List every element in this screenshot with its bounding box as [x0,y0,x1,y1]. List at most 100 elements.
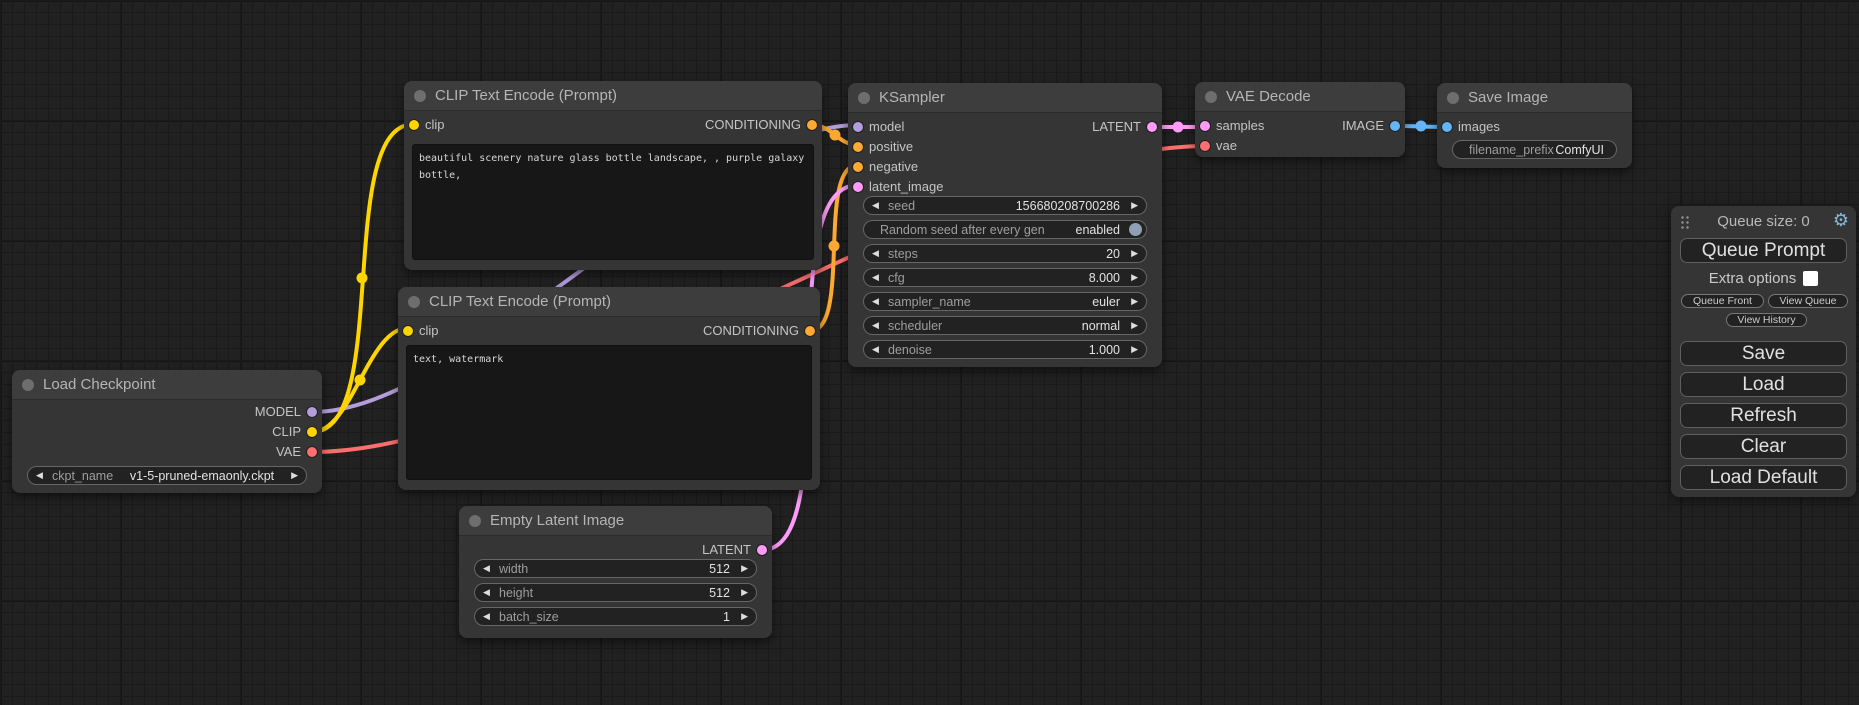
increment-arrow-icon[interactable]: ▶ [1131,200,1138,211]
queue-panel: Queue size: 0 ⚙ Queue Prompt Extra optio… [1671,206,1856,497]
node-vae-decode[interactable]: VAE Decode samples IMAGE vae [1195,82,1405,157]
increment-arrow-icon[interactable]: ▶ [741,563,748,574]
cfg-widget[interactable]: ◀ cfg 8.000 ▶ [863,268,1147,287]
load-default-button[interactable]: Load Default [1680,465,1847,490]
positive-input-port[interactable] [853,142,863,152]
collapse-dot[interactable] [858,92,870,104]
collapse-dot[interactable] [22,379,34,391]
node-clip-text-encode-negative[interactable]: CLIP Text Encode (Prompt) clip CONDITION… [398,287,820,490]
node-save-image[interactable]: Save Image images filename_prefix ComfyU… [1437,83,1632,168]
increment-arrow-icon[interactable]: ▶ [1131,344,1138,355]
model-output-port[interactable] [307,407,317,417]
node-title: Load Checkpoint [43,376,156,393]
decrement-arrow-icon[interactable]: ◀ [872,272,879,283]
input-slot-label: clip [425,117,445,132]
decrement-arrow-icon[interactable]: ◀ [872,344,879,355]
node-load-checkpoint[interactable]: Load Checkpoint MODEL CLIP VAE ◀ ckpt_na… [12,370,322,493]
node-title-bar[interactable]: Save Image [1437,83,1632,113]
input-slot-label: positive [869,139,913,154]
node-title-bar[interactable]: Load Checkpoint [12,370,322,400]
node-title: VAE Decode [1226,88,1311,105]
node-ksampler[interactable]: KSampler model LATENT positive negative … [848,83,1162,367]
decrement-arrow-icon[interactable]: ◀ [483,563,490,574]
view-queue-button[interactable]: View Queue [1768,294,1848,308]
node-title: CLIP Text Encode (Prompt) [435,87,617,104]
node-clip-text-encode-positive[interactable]: CLIP Text Encode (Prompt) clip CONDITION… [404,81,822,270]
link-midpoint-dot [830,130,841,141]
negative-input-port[interactable] [853,162,863,172]
clip-input-port[interactable] [403,326,413,336]
steps-widget[interactable]: ◀ steps 20 ▶ [863,244,1147,263]
conditioning-output-port[interactable] [805,326,815,336]
decrement-arrow-icon[interactable]: ◀ [36,470,43,481]
batch-size-widget[interactable]: ◀ batch_size 1 ▶ [474,607,757,626]
save-button[interactable]: Save [1680,341,1847,366]
image-output-port[interactable] [1390,121,1400,131]
node-title-bar[interactable]: Empty Latent Image [459,506,772,536]
collapse-dot[interactable] [469,515,481,527]
latent-image-input-port[interactable] [853,182,863,192]
collapse-dot[interactable] [1205,91,1217,103]
gear-icon[interactable]: ⚙ [1833,210,1849,231]
decrement-arrow-icon[interactable]: ◀ [872,296,879,307]
width-widget[interactable]: ◀ width 512 ▶ [474,559,757,578]
scheduler-widget[interactable]: ◀ scheduler normal ▶ [863,316,1147,335]
conditioning-output-port[interactable] [807,120,817,130]
load-button[interactable]: Load [1680,372,1847,397]
widget-label: cfg [888,271,905,285]
ckpt-name-widget[interactable]: ◀ ckpt_name v1-5-pruned-emaonly.ckpt ▶ [27,466,307,485]
clip-input-port[interactable] [409,120,419,130]
increment-arrow-icon[interactable]: ▶ [1131,296,1138,307]
node-title-bar[interactable]: CLIP Text Encode (Prompt) [398,287,820,317]
increment-arrow-icon[interactable]: ▶ [1131,272,1138,283]
decrement-arrow-icon[interactable]: ◀ [483,611,490,622]
model-input-port[interactable] [853,122,863,132]
extra-options-checkbox[interactable] [1803,271,1818,286]
samples-input-port[interactable] [1200,121,1210,131]
increment-arrow-icon[interactable]: ▶ [1131,320,1138,331]
view-history-button[interactable]: View History [1726,313,1807,327]
increment-arrow-icon[interactable]: ▶ [741,611,748,622]
slot-row: VAE [12,442,322,462]
node-empty-latent-image[interactable]: Empty Latent Image LATENT ◀ width 512 ▶ … [459,506,772,638]
widget-label: batch_size [499,610,559,624]
latent-output-port[interactable] [1147,122,1157,132]
widget-label: Random seed after every gen [880,223,1045,237]
link-midpoint-dot [1173,122,1184,133]
random-seed-toggle-widget[interactable]: Random seed after every gen enabled [863,220,1147,239]
denoise-widget[interactable]: ◀ denoise 1.000 ▶ [863,340,1147,359]
refresh-button[interactable]: Refresh [1680,403,1847,428]
vae-input-port[interactable] [1200,141,1210,151]
extra-options-row: Extra options [1671,270,1856,287]
decrement-arrow-icon[interactable]: ◀ [872,248,879,259]
increment-arrow-icon[interactable]: ▶ [741,587,748,598]
latent-output-port[interactable] [757,545,767,555]
slot-row: clip CONDITIONING [398,321,820,341]
increment-arrow-icon[interactable]: ▶ [291,470,298,481]
clear-button[interactable]: Clear [1680,434,1847,459]
queue-front-button[interactable]: Queue Front [1681,294,1764,308]
collapse-dot[interactable] [1447,92,1459,104]
widget-value: euler [1092,295,1120,309]
seed-widget[interactable]: ◀ seed 156680208700286 ▶ [863,196,1147,215]
sampler-name-widget[interactable]: ◀ sampler_name euler ▶ [863,292,1147,311]
node-title-bar[interactable]: KSampler [848,83,1162,113]
height-widget[interactable]: ◀ height 512 ▶ [474,583,757,602]
queue-prompt-button[interactable]: Queue Prompt [1680,238,1847,263]
prompt-textarea[interactable]: beautiful scenery nature glass bottle la… [412,144,814,260]
node-title-bar[interactable]: CLIP Text Encode (Prompt) [404,81,822,111]
vae-output-port[interactable] [307,447,317,457]
clip-output-port[interactable] [307,427,317,437]
slot-row: samples IMAGE [1195,116,1405,136]
toggle-indicator-icon[interactable] [1129,223,1142,236]
increment-arrow-icon[interactable]: ▶ [1131,248,1138,259]
collapse-dot[interactable] [408,296,420,308]
images-input-port[interactable] [1442,122,1452,132]
node-title-bar[interactable]: VAE Decode [1195,82,1405,112]
decrement-arrow-icon[interactable]: ◀ [483,587,490,598]
decrement-arrow-icon[interactable]: ◀ [872,320,879,331]
prompt-textarea[interactable]: text, watermark [406,345,812,480]
collapse-dot[interactable] [414,90,426,102]
filename-prefix-widget[interactable]: filename_prefix ComfyUI [1452,140,1617,159]
decrement-arrow-icon[interactable]: ◀ [872,200,879,211]
